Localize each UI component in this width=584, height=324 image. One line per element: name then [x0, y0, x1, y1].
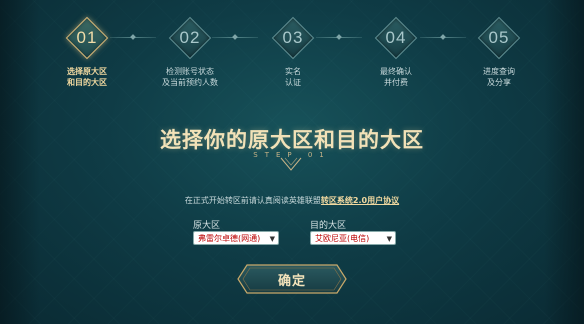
- step-label-line: 最终确认: [380, 67, 412, 76]
- step-label-line: 并付费: [384, 78, 408, 87]
- notice-text: 在正式开始转区前请认真阅读英雄联盟: [184, 196, 321, 205]
- step-progress: 01 选择原大区 和目的大区 02 检测账号状态 及当前预约人数 03 实名 认…: [0, 0, 584, 100]
- step-1: 01 选择原大区 和目的大区: [42, 16, 132, 88]
- step-label: 最终确认 并付费: [351, 66, 441, 88]
- step-3-badge: 03: [271, 16, 315, 60]
- step-2: 02 检测账号状态 及当前预约人数: [145, 16, 235, 88]
- step-label-line: 及当前预约人数: [162, 78, 218, 87]
- step-number: 01: [76, 28, 98, 47]
- page-title: 选择你的原大区和目的大区: [160, 128, 424, 152]
- step-number: 03: [282, 28, 304, 47]
- step-label-line: 及分享: [487, 78, 511, 87]
- user-agreement-link[interactable]: 转区系统2.0用户协议: [321, 196, 399, 205]
- step-number: 02: [179, 28, 201, 47]
- step-5-badge: 05: [477, 16, 521, 60]
- step-2-badge: 02: [168, 16, 212, 60]
- step-3: 03 实名 认证: [248, 16, 338, 88]
- step-label-line: 选择原大区: [67, 67, 107, 76]
- step-5: 05 进度查询 及分享: [454, 16, 544, 88]
- step-label-line: 检测账号状态: [166, 67, 214, 76]
- step-number: 05: [488, 28, 510, 47]
- source-region-select[interactable]: 弗雷尔卓德(网通) ▼: [193, 231, 279, 245]
- source-region-label: 原大区: [193, 221, 221, 231]
- agreement-notice: 在正式开始转区前请认真阅读英雄联盟转区系统2.0用户协议: [0, 195, 584, 206]
- step-4-badge: 04: [374, 16, 418, 60]
- step-label: 进度查询 及分享: [454, 66, 544, 88]
- chevron-down-icon: ▼: [386, 235, 392, 243]
- step-number: 04: [385, 28, 407, 47]
- step-label: 选择原大区 和目的大区: [42, 66, 132, 88]
- step-1-badge: 01: [65, 16, 109, 60]
- step-label-line: 实名: [285, 67, 301, 76]
- confirm-label: 确定: [277, 274, 306, 289]
- step-label-line: 和目的大区: [67, 78, 107, 87]
- source-region-value: 弗雷尔卓德(网通): [198, 234, 261, 243]
- step-label: 实名 认证: [248, 66, 338, 88]
- step-label-line: 认证: [285, 78, 301, 87]
- target-region-select[interactable]: 艾欧尼亚(电信) ▼: [310, 231, 396, 245]
- step-label-line: 进度查询: [483, 67, 515, 76]
- chevron-down-icon: ▼: [269, 235, 275, 243]
- chevron-down-ornament-icon: [280, 157, 302, 171]
- confirm-button[interactable]: 确定: [237, 264, 347, 294]
- step-4: 04 最终确认 并付费: [351, 16, 441, 88]
- step-label: 检测账号状态 及当前预约人数: [145, 66, 235, 88]
- target-region-value: 艾欧尼亚(电信): [315, 234, 370, 243]
- target-region-label: 目的大区: [310, 221, 347, 231]
